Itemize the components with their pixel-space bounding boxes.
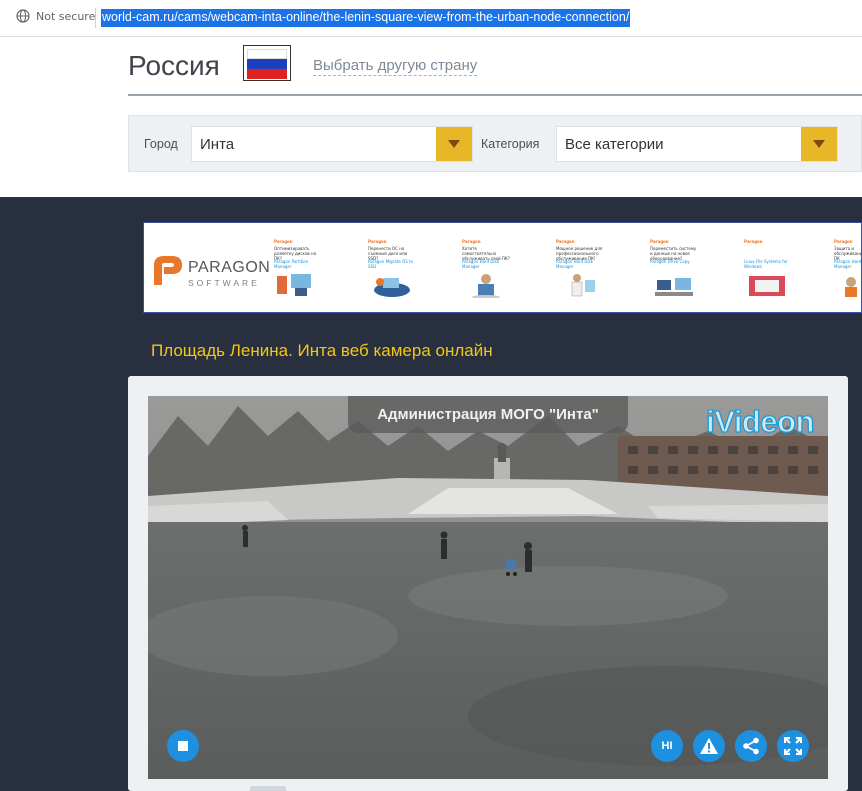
- ivideon-logo: iVideon: [705, 403, 815, 439]
- category-value: Все категории: [565, 136, 664, 153]
- tab-handle[interactable]: [250, 786, 286, 791]
- ad-item[interactable]: Paragon Защита и обслуживание ваших ПК P…: [834, 239, 862, 301]
- ad-item[interactable]: Paragon Перенести ОС на съемный диск или…: [368, 239, 418, 301]
- paragon-icon: Paragon: [368, 239, 387, 244]
- fullscreen-button[interactable]: [777, 730, 809, 762]
- paragon-icon: Paragon: [462, 239, 481, 244]
- ad-brand: PARAGON: [188, 259, 271, 276]
- ad-item-link: Paragon Hard Disk Manager: [834, 259, 862, 269]
- paragon-icon: Paragon: [274, 239, 293, 244]
- stop-button[interactable]: [167, 730, 199, 762]
- header-divider: [128, 94, 862, 96]
- city-value: Инта: [200, 136, 235, 153]
- filter-bar: Город Инта Категория Все категории: [128, 115, 862, 172]
- category-select[interactable]: Все категории: [556, 126, 838, 162]
- globe-icon: [16, 9, 30, 23]
- ad-item[interactable]: Paragon Linux File Systems for Windows: [744, 239, 794, 301]
- camera-name: Администрация МОГО "Инта": [348, 396, 628, 433]
- ad-banner[interactable]: PARAGON SOFTWARE Paragon Оптимизировать …: [143, 222, 862, 313]
- chevron-down-icon[interactable]: [801, 127, 837, 161]
- ad-illustration: [845, 277, 857, 297]
- ad-item[interactable]: Paragon Мощное решение для профессиональ…: [556, 239, 606, 301]
- address-separator: [95, 8, 96, 28]
- russia-flag: [243, 45, 291, 81]
- url-field[interactable]: world-cam.ru/cams/webcam-inta-online/the…: [101, 9, 631, 27]
- ad-item[interactable]: Paragon Оптимизировать разметку дисков н…: [274, 239, 324, 301]
- share-button[interactable]: [735, 730, 767, 762]
- stop-icon: [178, 741, 188, 751]
- chevron-down-icon[interactable]: [436, 127, 472, 161]
- quality-button[interactable]: HI: [651, 730, 683, 762]
- paragon-icon: Paragon: [650, 239, 669, 244]
- ad-illustration: [749, 276, 785, 296]
- paragon-icon: Paragon: [834, 239, 853, 244]
- warning-icon: [700, 738, 718, 754]
- city-label: Город: [144, 137, 178, 151]
- address-bar: Not secure world-cam.ru/cams/webcam-inta…: [0, 0, 862, 37]
- ad-item[interactable]: Paragon Переместить систему и данные на …: [650, 239, 700, 301]
- share-icon: [743, 737, 759, 755]
- page-title: Площадь Ленина. Инта веб камера онлайн: [151, 341, 493, 360]
- ad-illustration: [571, 274, 595, 297]
- ad-illustration: [655, 278, 693, 296]
- ad-brand-sub: SOFTWARE: [188, 278, 260, 288]
- security-indicator[interactable]: Not secure: [16, 9, 95, 23]
- ad-item-link: Paragon Drive Copy: [650, 259, 690, 264]
- ad-item-link: Paragon Partition Manager: [274, 259, 309, 269]
- webcam-video[interactable]: Администрация МОГО "Инта" iVideon HI: [148, 396, 828, 779]
- fullscreen-icon: [784, 737, 802, 755]
- ad-illustration: [277, 274, 311, 296]
- paragon-logo-icon: [154, 256, 182, 285]
- webcam-frame: [148, 396, 828, 779]
- ad-item-link: Paragon Hard Disk Manager: [462, 259, 500, 269]
- ad-item-link: Linux File Systems for Windows: [744, 259, 788, 269]
- ad-item-link: Paragon Hard Disk Manager: [556, 259, 594, 269]
- ad-illustration: [374, 278, 410, 297]
- city-select[interactable]: Инта: [191, 126, 473, 162]
- ad-illustration: [472, 274, 500, 298]
- security-label: Not secure: [36, 9, 96, 23]
- ad-item[interactable]: Paragon Хотите самостоятельно обслуживат…: [462, 239, 512, 301]
- category-label: Категория: [481, 137, 540, 151]
- report-button[interactable]: [693, 730, 725, 762]
- country-title: Россия: [128, 50, 220, 81]
- ad-item-link: Paragon Migrate OS to SSD: [368, 259, 414, 269]
- change-country-link[interactable]: Выбрать другую страну: [313, 57, 478, 76]
- paragon-icon: Paragon: [744, 239, 763, 244]
- paragon-icon: Paragon: [556, 239, 575, 244]
